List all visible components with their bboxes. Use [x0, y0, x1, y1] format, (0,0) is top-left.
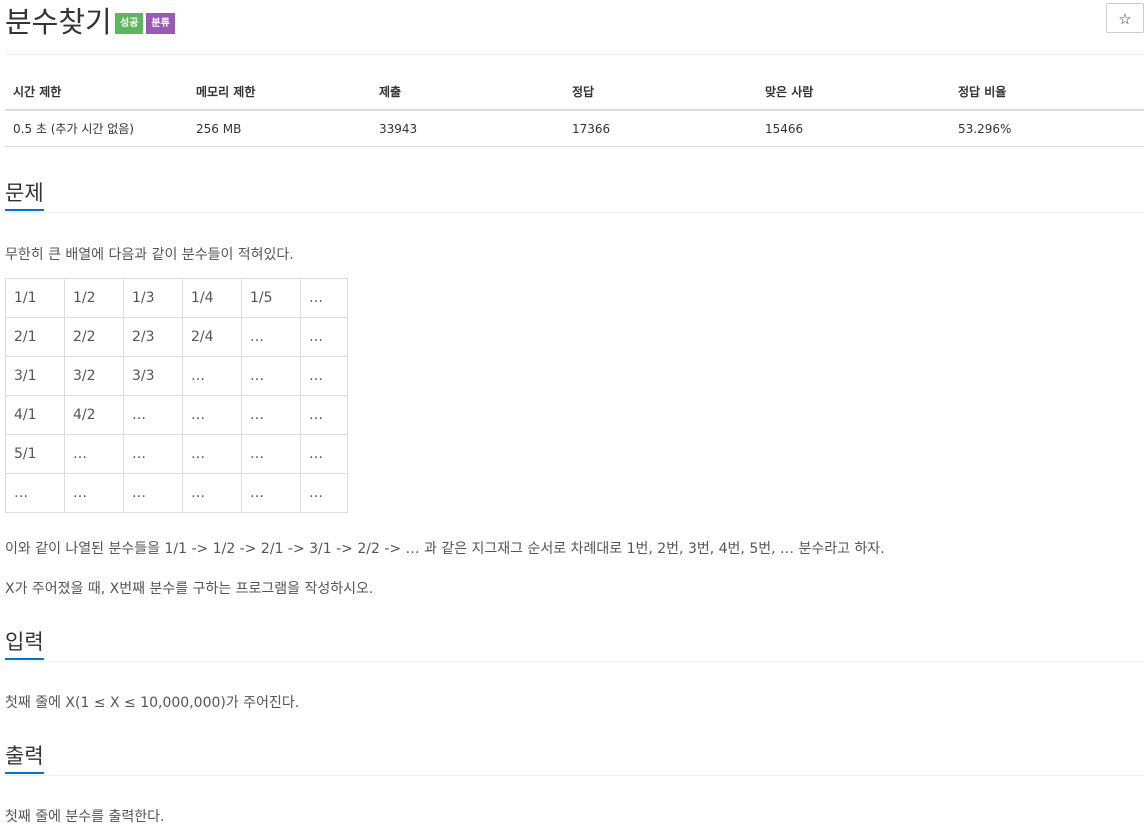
fraction-cell: 3/1: [5, 356, 65, 396]
memory-limit-header: 메모리 제한: [188, 74, 371, 111]
category-badge[interactable]: 분류: [146, 13, 175, 34]
submissions-value[interactable]: 33943: [371, 110, 564, 147]
fraction-cell: …: [182, 434, 242, 474]
memory-limit-value: 256 MB: [188, 110, 371, 147]
accepted-value[interactable]: 17366: [564, 110, 757, 147]
star-icon: ☆: [1118, 10, 1132, 28]
problem-order-text: 이와 같이 나열된 분수들을 1/1 -> 1/2 -> 2/1 -> 3/1 …: [5, 541, 885, 557]
fraction-cell: 2/3: [123, 317, 183, 357]
fraction-cell: 1/5: [241, 278, 301, 318]
fraction-cell: …: [300, 278, 348, 318]
fraction-cell: …: [182, 395, 242, 435]
output-section-label: 출력: [5, 739, 44, 774]
fraction-cell: …: [123, 395, 183, 435]
input-section-heading: 입력: [5, 625, 1144, 662]
fraction-cell: 3/3: [123, 356, 183, 396]
fraction-cell: 1/4: [182, 278, 242, 318]
fraction-cell: 4/1: [5, 395, 65, 435]
fraction-cell: …: [241, 434, 301, 474]
fraction-cell: …: [64, 473, 124, 513]
fraction-grid: 1/1 1/2 1/3 1/4 1/5… 2/1 2/2 2/3 2/4…… 3/1 3/2 3/3……: [5, 278, 348, 513]
fraction-cell: …: [241, 395, 301, 435]
fraction-grid-row: 1/1 1/2 1/3 1/4 1/5…: [5, 278, 348, 318]
fraction-cell: 4/2: [64, 395, 124, 435]
fraction-cell: 1/1: [5, 278, 65, 318]
fraction-cell: …: [123, 473, 183, 513]
problem-badges: 성공 분류: [115, 13, 175, 34]
fraction-grid-row: 3/1 3/2 3/3………: [5, 356, 348, 396]
info-header-row: 시간 제한 메모리 제한 제출 정답 맞은 사람 정답 비율: [5, 74, 1144, 111]
input-description-text: 첫째 줄에 X(1 ≤ X ≤ 10,000,000)가 주어진다.: [5, 695, 300, 711]
fraction-grid-row: 4/1 4/2…………: [5, 395, 348, 435]
output-section-heading: 출력: [5, 739, 1144, 776]
output-description-text: 첫째 줄에 분수를 출력한다.: [5, 809, 165, 825]
fraction-cell: 2/4: [182, 317, 242, 357]
fraction-cell: 1/2: [64, 278, 124, 318]
fraction-cell: …: [241, 317, 301, 357]
problem-section-heading: 문제: [5, 176, 1144, 213]
problem-task-text: X가 주어졌을 때, X번째 분수를 구하는 프로그램을 작성하시오.: [5, 581, 374, 597]
fraction-cell: 3/2: [64, 356, 124, 396]
fraction-cell: …: [300, 395, 348, 435]
fraction-cell: 1/3: [123, 278, 183, 318]
time-limit-value: 0.5 초 (추가 시간 없음): [5, 110, 188, 147]
fraction-cell: …: [241, 473, 301, 513]
fraction-cell: …: [64, 434, 124, 474]
solvers-header: 맞은 사람: [757, 74, 950, 111]
ratio-value: 53.296%: [950, 110, 1144, 147]
fraction-cell: …: [300, 434, 348, 474]
fraction-cell: …: [182, 473, 242, 513]
fraction-cell: 5/1: [5, 434, 65, 474]
fraction-cell: …: [182, 356, 242, 396]
ratio-header: 정답 비율: [950, 74, 1144, 111]
fraction-cell: …: [300, 317, 348, 357]
fraction-cell: …: [300, 356, 348, 396]
solvers-value[interactable]: 15466: [757, 110, 950, 147]
fraction-cell: …: [123, 434, 183, 474]
status-badge[interactable]: 성공: [115, 13, 144, 34]
fraction-cell: …: [300, 473, 348, 513]
accepted-header: 정답: [564, 74, 757, 111]
problem-info-table: 시간 제한 메모리 제한 제출 정답 맞은 사람 정답 비율 0.5 초 (추가…: [5, 74, 1144, 147]
submissions-header: 제출: [371, 74, 564, 111]
time-limit-header: 시간 제한: [5, 74, 188, 111]
fraction-cell: …: [5, 473, 65, 513]
fraction-grid-row: 5/1……………: [5, 434, 348, 474]
problem-section-label: 문제: [5, 176, 44, 211]
info-value-row: 0.5 초 (추가 시간 없음) 256 MB 33943 17366 1546…: [5, 110, 1144, 147]
fraction-grid-row: 2/1 2/2 2/3 2/4……: [5, 317, 348, 357]
input-section-label: 입력: [5, 625, 44, 660]
fraction-cell: 2/2: [64, 317, 124, 357]
star-button[interactable]: ☆: [1106, 3, 1144, 33]
fraction-cell: …: [241, 356, 301, 396]
fraction-cell: 2/1: [5, 317, 65, 357]
problem-intro-text: 무한히 큰 배열에 다음과 같이 분수들이 적혀있다.: [5, 247, 294, 263]
problem-header: 분수찾기 성공 분류 ☆: [5, 0, 1144, 55]
problem-title: 분수찾기: [5, 5, 112, 39]
fraction-grid-row: ………………: [5, 473, 348, 513]
